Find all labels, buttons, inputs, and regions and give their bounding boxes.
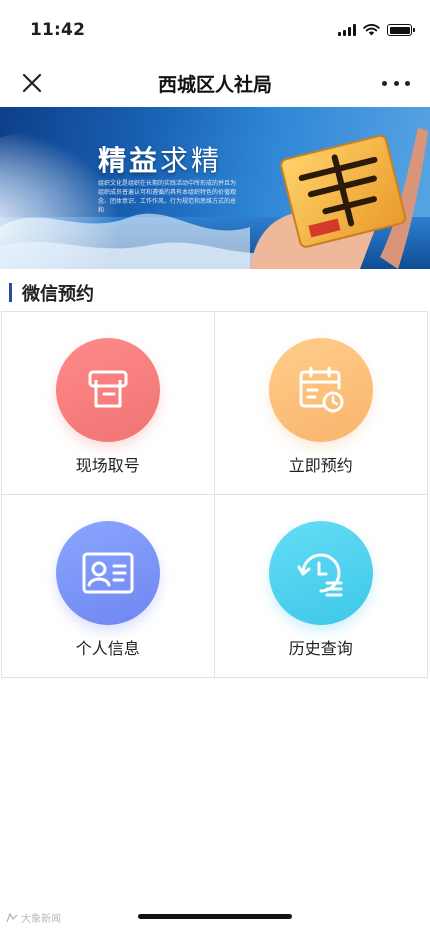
status-icons (338, 24, 415, 36)
more-options-button[interactable] (382, 72, 410, 94)
watermark: 大象新闻 (6, 910, 61, 925)
service-personal-info-button[interactable]: 个人信息 (2, 494, 215, 677)
section-accent-bar (9, 283, 12, 302)
section-title: 微信预约 (22, 284, 94, 305)
more-dot-icon (405, 80, 410, 86)
wifi-icon (363, 24, 380, 36)
banner[interactable]: 精益求精 组织文化是组织在长期的实践活动中所形成的并且为组织成员普遍认可和遵循的… (0, 107, 430, 269)
history-icon (268, 520, 373, 625)
service-appointment-button[interactable]: 立即预约 (214, 312, 427, 495)
cellular-signal-icon (338, 24, 356, 36)
service-label: 个人信息 (75, 638, 140, 658)
id-card-icon (55, 520, 160, 625)
home-indicator[interactable] (138, 914, 292, 919)
app-page: 11:42 西城区人社局 精益求精 组织文化是组织在长期的实践活动中所形成的并且… (0, 0, 430, 931)
status-time: 11:42 (30, 20, 86, 40)
service-label: 历史查询 (288, 638, 353, 658)
service-history-button[interactable]: 历史查询 (215, 495, 428, 678)
calendar-clock-icon (268, 338, 373, 442)
section-header: 微信预约 (0, 278, 430, 308)
service-ticket-button[interactable]: 现场取号 (2, 312, 215, 495)
page-title: 西城区人社局 (157, 74, 272, 96)
service-label: 现场取号 (75, 456, 140, 475)
banner-description: 组织文化是组织在长期的实践活动中所形成的并且为组织成员普遍认可和遵循的具有本组织… (98, 180, 237, 214)
nav-bar: 西城区人社局 (0, 60, 430, 106)
more-dot-icon (393, 80, 399, 86)
battery-icon (387, 24, 415, 36)
ticket-machine-icon (55, 338, 160, 442)
service-label: 立即预约 (288, 456, 353, 475)
watermark-logo-icon (6, 912, 18, 922)
banner-title: 精益求精 (98, 144, 223, 177)
service-grid: 现场取号 立即预约 个人信息 历史查询 (1, 311, 428, 678)
more-dot-icon (382, 80, 387, 86)
status-bar: 11:42 (0, 0, 430, 60)
